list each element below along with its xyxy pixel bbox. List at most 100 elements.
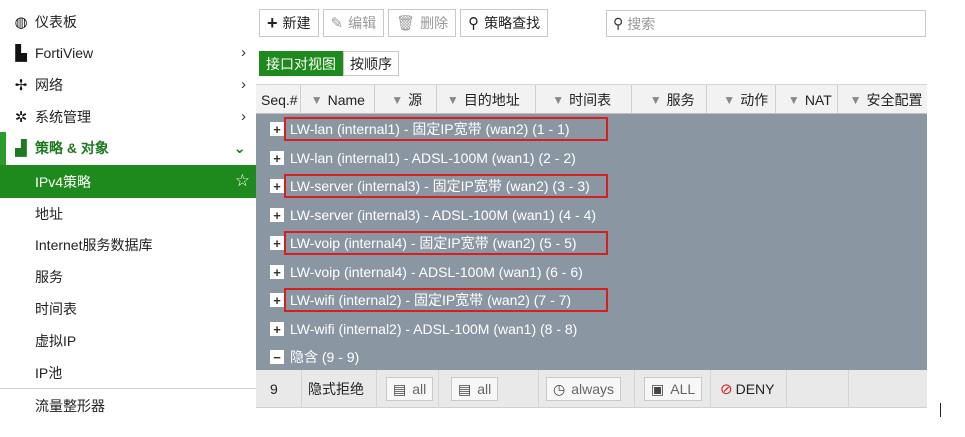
sidebar-item-internet-service-db[interactable]: Internet服务数据库 [0, 229, 256, 261]
cell-divider [376, 370, 377, 408]
column-security-profiles[interactable]: ▼ 安全配置 [838, 85, 927, 113]
sidebar-item-label: 服务 [35, 269, 63, 285]
sidebar-item-label: 仪表板 [35, 14, 77, 30]
group-label: LW-server (internal3) - ADSL-100M (wan1)… [290, 207, 597, 223]
address-icon: ▤ [458, 380, 472, 397]
sidebar-item-traffic-shapers[interactable]: 流量整形器 [0, 390, 256, 422]
expand-icon[interactable]: + [270, 208, 284, 222]
toolbar: + 新建 ✎ 编辑 🗑 删除 ⚲ 策略查找 [259, 9, 549, 39]
sidebar-item-dashboard[interactable]: ◍ 仪表板 [0, 6, 256, 38]
chip-label: all [477, 381, 492, 397]
clock-icon: ◷ [553, 380, 566, 397]
expand-icon[interactable]: + [270, 151, 284, 165]
filter-icon[interactable]: ▼ [788, 93, 800, 107]
sidebar-item-policy-objects[interactable]: ▟ 策略 & 对象 ⌄ [0, 132, 256, 164]
filter-icon[interactable]: ▼ [723, 93, 735, 107]
sidebar-item-fortiview[interactable]: ▙ FortiView › [0, 37, 256, 69]
address-icon: ▤ [393, 380, 407, 397]
trash-icon: 🗑 [396, 15, 416, 32]
action-cell: ⊘ DENY [720, 370, 774, 408]
expand-icon[interactable]: + [270, 179, 284, 193]
expand-icon[interactable]: + [270, 122, 284, 136]
sidebar-item-schedules[interactable]: 时间表 [0, 293, 256, 325]
column-nat[interactable]: ▼ NAT [776, 85, 838, 113]
filter-icon[interactable]: ▼ [447, 93, 459, 107]
column-destination[interactable]: ▼ 目的地址 [437, 85, 537, 113]
cell-divider [634, 370, 635, 408]
table-row[interactable]: 9 隐式拒绝 ▤ all ▤ all ◷ always ▣ ALL ⊘ DENY [256, 370, 927, 408]
edit-button[interactable]: ✎ 编辑 [322, 9, 385, 37]
chevron-down-icon: ⌄ [233, 140, 246, 157]
sidebar-item-system[interactable]: ✲ 系统管理 › [0, 101, 256, 133]
service-icon: ▣ [651, 380, 665, 397]
column-label: 目的地址 [463, 91, 520, 108]
chevron-right-icon: › [241, 108, 246, 125]
highlight-box [284, 174, 608, 198]
column-name[interactable]: ▼ Name [301, 85, 376, 113]
sequence-view-button[interactable]: 按顺序 [343, 51, 399, 76]
new-button[interactable]: + 新建 [259, 9, 319, 37]
filter-icon[interactable]: ▼ [391, 93, 403, 107]
expand-icon[interactable]: + [270, 322, 284, 336]
policy-group-row[interactable]: + LW-lan (internal1) - ADSL-100M (wan1) … [256, 144, 927, 172]
collapse-icon[interactable]: − [270, 350, 284, 364]
column-label: Seq.# [261, 91, 298, 108]
sidebar-item-label: Internet服务数据库 [35, 237, 153, 253]
expand-icon[interactable]: + [270, 236, 284, 250]
column-label: 时间表 [569, 91, 612, 108]
delete-button-label: 删除 [420, 15, 449, 31]
policy-group-row[interactable]: + LW-wifi (internal2) - ADSL-100M (wan1)… [256, 315, 927, 343]
sidebar-item-address[interactable]: 地址 [0, 198, 256, 230]
source-cell: ▤ all [386, 370, 434, 408]
policy-group-row-implicit[interactable]: − 隐含 (9 - 9) [256, 343, 927, 371]
sidebar-item-virtual-ip[interactable]: 虚拟IP [0, 325, 256, 357]
sidebar-item-label: IP池 [35, 365, 63, 381]
cell-divider [538, 370, 539, 408]
delete-button[interactable]: 🗑 删除 [388, 9, 457, 37]
column-label: 源 [408, 91, 423, 108]
sidebar-item-label: 虚拟IP [35, 333, 77, 349]
sidebar-item-ipv4-policy[interactable]: IPv4策略 ☆ [0, 165, 256, 198]
expand-icon[interactable]: + [270, 265, 284, 279]
sidebar-divider [0, 388, 256, 389]
policy-group-row[interactable]: + LW-voip (internal4) - ADSL-100M (wan1)… [256, 258, 927, 286]
policy-lookup-button[interactable]: ⚲ 策略查找 [460, 9, 549, 37]
column-schedule[interactable]: ▼ 时间表 [536, 85, 632, 113]
filter-icon[interactable]: ▼ [850, 93, 862, 107]
search-placeholder: 搜索 [627, 15, 656, 32]
policy-lookup-label: 策略查找 [484, 15, 541, 31]
service-chip[interactable]: ▣ ALL [644, 377, 703, 401]
column-label: 安全配置 [866, 91, 923, 108]
star-icon[interactable]: ☆ [235, 171, 250, 191]
column-label: NAT [804, 91, 832, 108]
sidebar-item-ip-pools[interactable]: IP池 [0, 357, 256, 389]
column-label: Name [327, 91, 365, 108]
sidebar-item-label: 策略 & 对象 [35, 140, 109, 156]
expand-icon[interactable]: + [270, 293, 284, 307]
policy-name-cell: 隐式拒绝 [308, 381, 364, 397]
filter-icon[interactable]: ▼ [552, 93, 564, 107]
text-cursor [940, 403, 941, 417]
sidebar-item-services[interactable]: 服务 [0, 261, 256, 293]
search-input[interactable]: ⚲ 搜索 [606, 10, 926, 37]
column-action[interactable]: ▼ 动作 [707, 85, 776, 113]
source-chip[interactable]: ▤ all [386, 377, 434, 401]
schedule-chip[interactable]: ◷ always [546, 377, 622, 401]
group-label: LW-lan (internal1) - ADSL-100M (wan1) (2… [290, 150, 576, 166]
dashboard-icon: ◍ [14, 14, 28, 31]
interface-pair-view-button[interactable]: 接口对视图 [259, 51, 343, 76]
destination-chip[interactable]: ▤ all [451, 377, 499, 401]
highlight-box [284, 231, 608, 255]
sidebar: ◍ 仪表板 ▙ FortiView › ✢ 网络 › ✲ 系统管理 › ▟ 策略… [0, 0, 256, 437]
highlight-box [284, 117, 608, 141]
filter-icon[interactable]: ▼ [311, 93, 323, 107]
policy-group-row[interactable]: + LW-server (internal3) - ADSL-100M (wan… [256, 201, 927, 229]
column-seq[interactable]: Seq.# [256, 85, 301, 113]
column-service[interactable]: ▼ 服务 [632, 85, 708, 113]
column-label: 服务 [666, 91, 695, 108]
service-cell: ▣ ALL [644, 370, 703, 408]
filter-icon[interactable]: ▼ [650, 93, 662, 107]
network-icon: ✢ [14, 77, 28, 94]
column-source[interactable]: ▼ 源 [375, 85, 437, 113]
sidebar-item-network[interactable]: ✢ 网络 › [0, 69, 256, 101]
